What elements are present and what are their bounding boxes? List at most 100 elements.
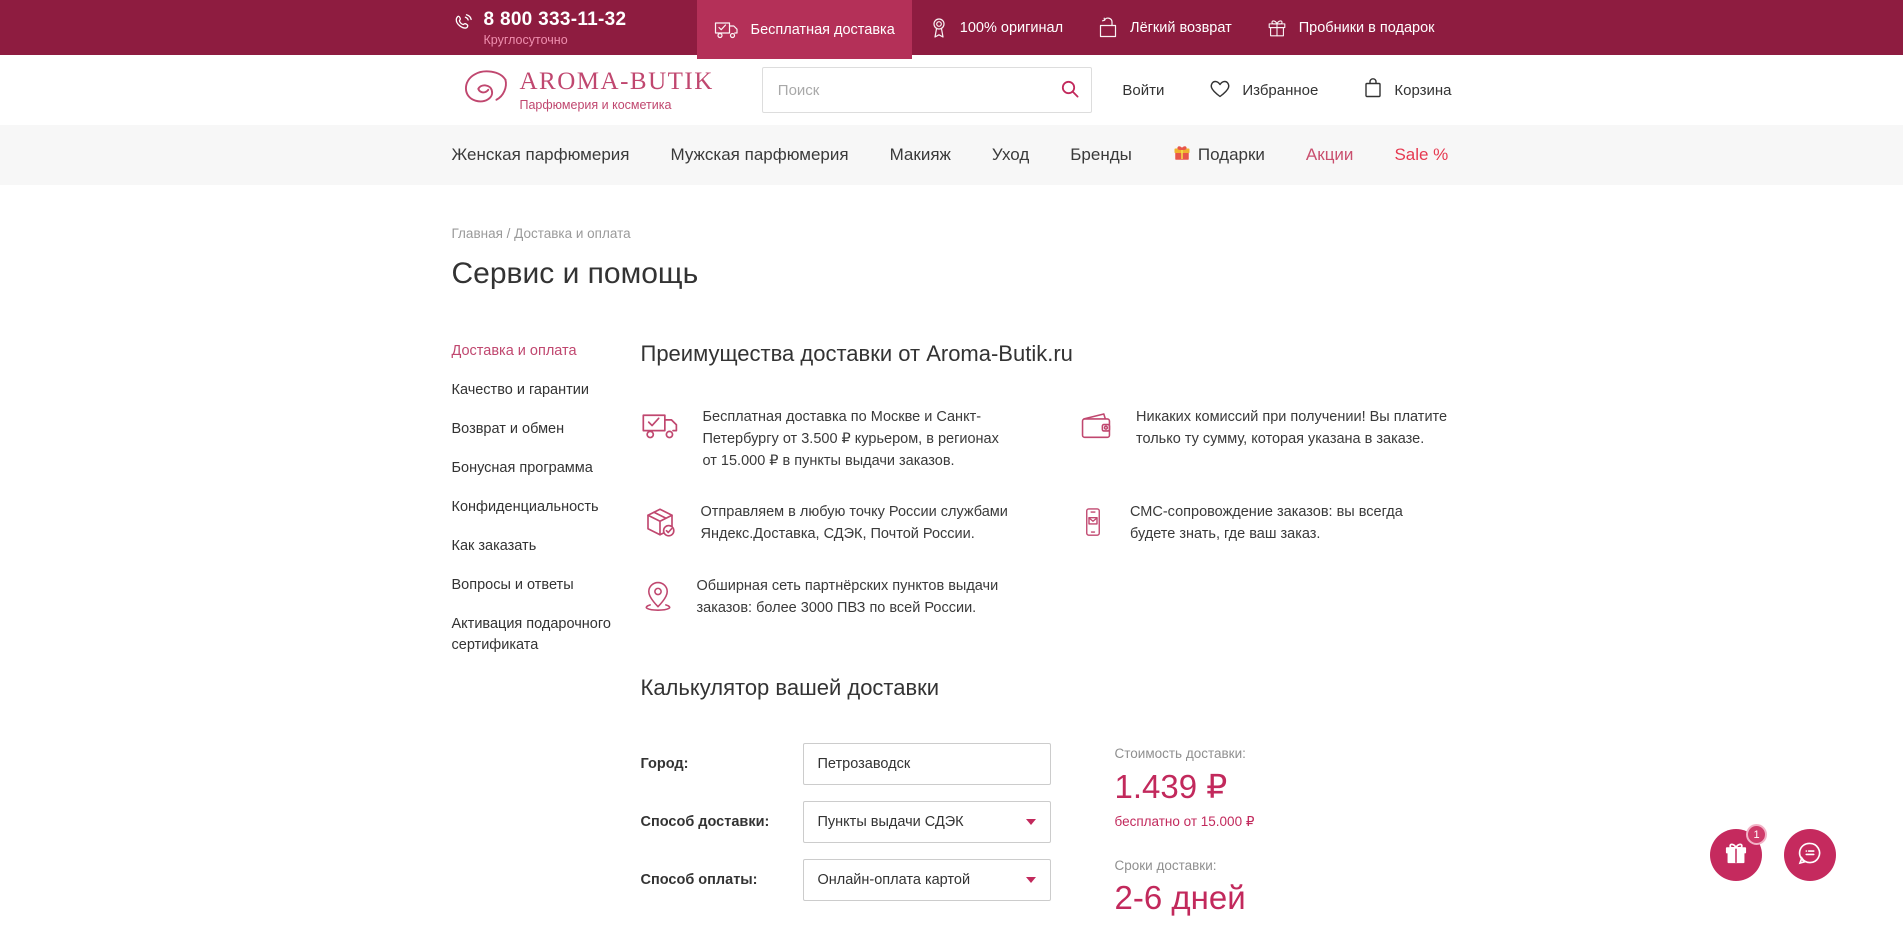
benefit-samples[interactable]: Пробники в подарок (1249, 0, 1452, 55)
header-actions: Войти Избранное Корзина (1122, 76, 1451, 104)
topbar-benefits: Бесплатная доставка 100% оригинал (697, 0, 1452, 55)
page-content: Главная / Доставка и оплата Сервис и пом… (452, 226, 1452, 927)
benefit-label: Пробники в подарок (1299, 20, 1435, 36)
page-title: Сервис и помощь (452, 257, 1452, 291)
main-section: Преимущества доставки от Aroma-Butik.ru … (641, 341, 1452, 927)
nav-item-gifts[interactable]: Подарки (1173, 144, 1265, 167)
advantage-text: СМС-сопровождение заказов: вы всегда буд… (1130, 502, 1450, 546)
main-nav: Женская парфюмерия Мужская парфюмерия Ма… (0, 125, 1903, 185)
breadcrumb: Главная / Доставка и оплата (452, 226, 1452, 241)
delivery-time-value: 2-6 дней (1115, 879, 1373, 917)
delivery-method-value: Пункты выдачи СДЭК (818, 814, 964, 830)
sidebar-item-certificate[interactable]: Активация подарочного сертификата (452, 614, 612, 656)
benefit-label: Бесплатная доставка (751, 22, 895, 38)
sidebar-item-delivery[interactable]: Доставка и оплата (452, 341, 612, 362)
advantage-sms-tracking: СМС-сопровождение заказов: вы всегда буд… (1078, 502, 1452, 546)
benefit-label: 100% оригинал (960, 20, 1063, 36)
sidebar-item-quality[interactable]: Качество и гарантии (452, 380, 612, 401)
nav-item-makeup[interactable]: Макияж (890, 145, 951, 165)
sidebar-item-how-to-order[interactable]: Как заказать (452, 536, 612, 557)
nav-item-care[interactable]: Уход (992, 145, 1029, 165)
delivery-calculator: Город: Способ доставки: Пункты выдачи СД… (641, 743, 1452, 927)
sidebar: Доставка и оплата Качество и гарантии Во… (452, 341, 641, 674)
topbar: 8 800 333-11-32 Круглосуточно Бесплатная… (0, 0, 1903, 55)
favorites-button[interactable]: Избранное (1208, 77, 1318, 103)
delivery-time-label: Сроки доставки: (1115, 858, 1373, 873)
delivery-cost-value: 1.439 ₽ (1115, 767, 1373, 806)
advantage-text: Бесплатная доставка по Москве и Санкт-Пе… (703, 407, 1015, 472)
chevron-down-icon (1026, 877, 1036, 883)
favorites-label: Избранное (1242, 82, 1318, 99)
payment-method-select[interactable]: Онлайн-оплата картой (803, 859, 1051, 901)
nav-item-men-perfume[interactable]: Мужская парфюмерия (671, 145, 849, 165)
delivery-method-label: Способ доставки: (641, 814, 803, 830)
benefit-easy-return[interactable]: Лёгкий возврат (1080, 0, 1249, 55)
calculator-title: Калькулятор вашей доставки (641, 675, 1452, 701)
breadcrumb-current: Доставка и оплата (514, 226, 630, 241)
delivery-method-select[interactable]: Пункты выдачи СДЭК (803, 801, 1051, 843)
delivery-truck-icon (714, 19, 740, 41)
phone-block[interactable]: 8 800 333-11-32 Круглосуточно (452, 9, 627, 47)
searchbox (762, 67, 1092, 113)
chat-button[interactable] (1784, 829, 1836, 881)
location-pin-icon (641, 578, 675, 619)
phone-icon (452, 13, 474, 40)
calculator-result: Стоимость доставки: 1.439 ₽ бесплатно от… (1115, 743, 1373, 927)
advantage-text: Обширная сеть партнёрских пунктов выдачи… (697, 576, 1015, 620)
header: AROMA-BUTIK Парфюмерия и косметика Войти (0, 55, 1903, 125)
sidebar-item-bonus[interactable]: Бонусная программа (452, 458, 612, 479)
wallet-icon (1078, 409, 1114, 448)
payment-method-value: Онлайн-оплата картой (818, 872, 971, 888)
nav-item-women-perfume[interactable]: Женская парфюмерия (452, 145, 630, 165)
search-input[interactable] (762, 67, 1092, 113)
medal-icon (929, 17, 949, 39)
phone-number: 8 800 333-11-32 (484, 9, 627, 31)
package-check-icon (641, 504, 679, 545)
advantage-text: Никаких комиссий при получении! Вы плати… (1136, 407, 1452, 451)
free-delivery-note: бесплатно от 15.000 ₽ (1115, 814, 1373, 830)
advantage-text: Отправляем в любую точку России службами… (701, 502, 1015, 546)
gift-icon (1723, 840, 1749, 871)
login-button[interactable]: Войти (1122, 82, 1164, 99)
chat-icon (1796, 839, 1824, 872)
delivery-cost-label: Стоимость доставки: (1115, 746, 1373, 761)
login-label: Войти (1122, 82, 1164, 99)
advantage-free-delivery: Бесплатная доставка по Москве и Санкт-Пе… (641, 407, 1015, 472)
benefit-original[interactable]: 100% оригинал (912, 0, 1080, 55)
heart-icon (1208, 77, 1232, 103)
advantage-no-commission: Никаких комиссий при получении! Вы плати… (1078, 407, 1452, 472)
bag-icon (1362, 76, 1384, 104)
search-icon[interactable] (1058, 77, 1082, 104)
gift-promo-button[interactable]: 1 (1710, 829, 1762, 881)
gift-emoji-icon (1173, 144, 1191, 167)
nav-item-sale[interactable]: Sale % (1394, 145, 1448, 165)
advantages-title: Преимущества доставки от Aroma-Butik.ru (641, 341, 1452, 367)
benefit-free-delivery[interactable]: Бесплатная доставка (697, 0, 912, 59)
nav-item-promos[interactable]: Акции (1306, 145, 1354, 165)
sidebar-item-returns[interactable]: Возврат и обмен (452, 419, 612, 440)
breadcrumb-home-link[interactable]: Главная (452, 226, 503, 241)
cart-button[interactable]: Корзина (1362, 76, 1451, 104)
benefit-label: Лёгкий возврат (1130, 20, 1232, 36)
payment-method-label: Способ оплаты: (641, 872, 803, 888)
delivery-truck-icon (641, 409, 681, 448)
gift-badge: 1 (1746, 824, 1767, 845)
advantage-pickup-points: Обширная сеть партнёрских пунктов выдачи… (641, 576, 1015, 620)
logo[interactable]: AROMA-BUTIK Парфюмерия и косметика (452, 65, 714, 116)
city-input[interactable] (803, 743, 1051, 785)
advantage-shipping-services: Отправляем в любую точку России службами… (641, 502, 1015, 546)
phone-note: Круглосуточно (484, 33, 627, 47)
gift-icon (1266, 17, 1288, 39)
sidebar-item-privacy[interactable]: Конфиденциальность (452, 497, 612, 518)
logo-subtitle: Парфюмерия и косметика (520, 98, 714, 112)
calculator-form: Город: Способ доставки: Пункты выдачи СД… (641, 743, 1051, 927)
cart-label: Корзина (1394, 82, 1451, 99)
logo-title: AROMA-BUTIK (520, 69, 714, 94)
logo-swirl-icon (452, 65, 510, 116)
nav-item-brands[interactable]: Бренды (1070, 145, 1132, 165)
sms-phone-icon (1078, 504, 1108, 545)
advantages-grid: Бесплатная доставка по Москве и Санкт-Пе… (641, 407, 1452, 619)
return-box-icon (1097, 17, 1119, 39)
sidebar-item-faq[interactable]: Вопросы и ответы (452, 575, 612, 596)
city-label: Город: (641, 756, 803, 772)
